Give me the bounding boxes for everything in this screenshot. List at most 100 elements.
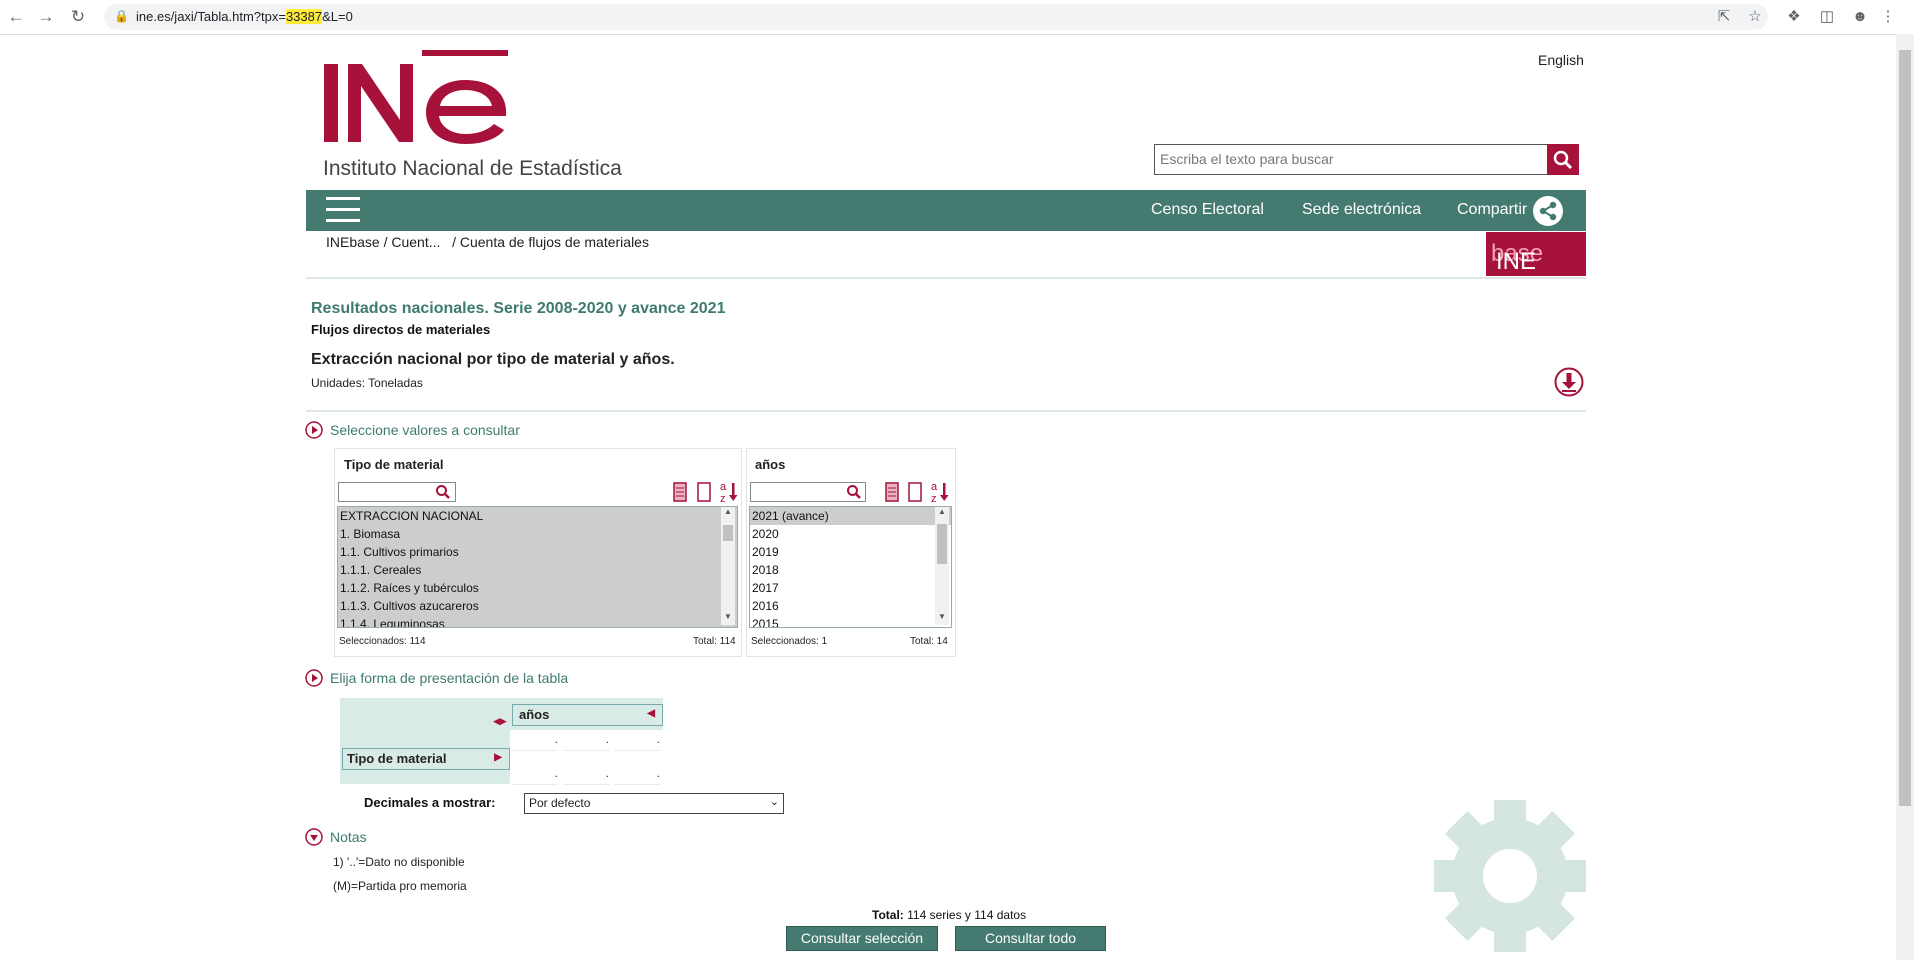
select-values-header[interactable]: Seleccione valores a consultar bbox=[330, 422, 520, 438]
sort-az-icon[interactable]: a z bbox=[719, 480, 739, 504]
page-scrollbar-thumb[interactable] bbox=[1899, 50, 1911, 806]
list-item[interactable]: 2020 bbox=[750, 525, 951, 543]
listbox-anos[interactable]: 2021 (avance) 2020 2019 2018 2017 2016 2… bbox=[749, 506, 952, 628]
address-bar[interactable] bbox=[104, 4, 1768, 30]
divider bbox=[306, 277, 1586, 279]
decimals-select[interactable]: Por defecto ⌄ bbox=[524, 793, 784, 814]
svg-text:a: a bbox=[720, 481, 727, 493]
preview-cell: . bbox=[512, 766, 558, 785]
svg-text:z: z bbox=[720, 493, 726, 504]
collapse-arrow-icon[interactable] bbox=[305, 828, 323, 846]
table-title: Extracción nacional por tipo de material… bbox=[311, 351, 675, 368]
units-label: Unidades: Toneladas bbox=[311, 376, 423, 390]
scroll-down-icon[interactable]: ▼ bbox=[724, 612, 732, 621]
logo-subtitle: Instituto Nacional de Estadística bbox=[323, 157, 622, 180]
layout-section-header[interactable]: Elija forma de presentación de la tabla bbox=[330, 670, 568, 686]
scroll-down-icon[interactable]: ▼ bbox=[938, 612, 946, 621]
column-dimension-label: años bbox=[519, 707, 550, 722]
menu-dots-icon[interactable]: ⋮ bbox=[1879, 8, 1897, 26]
search-icon[interactable] bbox=[435, 484, 451, 500]
scroll-up-icon[interactable]: ▲ bbox=[724, 507, 732, 516]
svg-text:z: z bbox=[931, 493, 937, 504]
list-item[interactable]: 1.1.2. Raíces y tubérculos bbox=[338, 579, 737, 597]
consult-all-button[interactable]: Consultar todo bbox=[955, 926, 1106, 951]
selected-count: Seleccionados: 1 bbox=[751, 636, 828, 647]
hamburger-menu-icon[interactable] bbox=[326, 197, 360, 224]
search-icon[interactable] bbox=[846, 484, 862, 500]
download-icon[interactable] bbox=[1554, 367, 1584, 397]
expand-arrow-icon[interactable] bbox=[305, 421, 323, 439]
sort-az-icon[interactable]: a z bbox=[930, 480, 950, 504]
reload-icon[interactable]: ↻ bbox=[68, 7, 88, 27]
settings-gear-icon bbox=[1434, 800, 1586, 952]
list-item[interactable]: 2021 (avance) bbox=[750, 507, 951, 525]
nav-compartir[interactable]: Compartir bbox=[1457, 201, 1527, 219]
svg-text:a: a bbox=[931, 481, 938, 493]
search-icon bbox=[1553, 150, 1573, 170]
list-item[interactable]: 1.1.4. Leguminosas bbox=[338, 615, 737, 627]
arrow-right-icon[interactable]: ▶ bbox=[494, 752, 502, 763]
list-item[interactable]: 2016 bbox=[750, 597, 951, 615]
arrow-left-icon[interactable]: ◀ bbox=[647, 708, 655, 719]
listbox-tipo-material[interactable]: EXTRACCION NACIONAL 1. Biomasa 1.1. Cult… bbox=[337, 506, 738, 628]
column-dimension-button[interactable]: años ◀ bbox=[512, 704, 663, 726]
total-count: Total: 14 bbox=[910, 636, 948, 647]
search-button[interactable] bbox=[1547, 144, 1579, 175]
breadcrumb-cuentas[interactable]: / Cuent... bbox=[384, 234, 441, 250]
nav-sede-electronica[interactable]: Sede electrónica bbox=[1302, 201, 1421, 219]
series-title: Resultados nacionales. Serie 2008-2020 y… bbox=[311, 300, 726, 317]
search-input[interactable]: Escriba el texto para buscar bbox=[1160, 151, 1334, 167]
language-link[interactable]: English bbox=[1538, 52, 1584, 68]
forward-icon[interactable]: → bbox=[36, 7, 56, 27]
decimals-value: Por defecto bbox=[529, 796, 591, 810]
swap-arrows-icon[interactable]: ◀▶ bbox=[493, 716, 507, 727]
total-text: 114 series y 114 datos bbox=[907, 908, 1027, 922]
layout-corner bbox=[340, 698, 510, 730]
consult-selection-button[interactable]: Consultar selección bbox=[786, 926, 938, 951]
preview-cell: . bbox=[614, 732, 660, 751]
selected-count: Seleccionados: 114 bbox=[339, 636, 426, 647]
preview-cell: . bbox=[512, 732, 558, 751]
select-all-icon[interactable] bbox=[885, 482, 899, 502]
decimals-label: Decimales a mostrar: bbox=[364, 795, 496, 810]
breadcrumb-current: / Cuenta de flujos de materiales bbox=[452, 234, 649, 250]
deselect-all-icon[interactable] bbox=[697, 482, 711, 502]
ine-logo[interactable] bbox=[322, 50, 512, 150]
extensions-icon[interactable]: ❖ bbox=[1785, 8, 1803, 26]
expand-arrow-icon[interactable] bbox=[305, 669, 323, 687]
deselect-all-icon[interactable] bbox=[908, 482, 922, 502]
list-item[interactable]: 2017 bbox=[750, 579, 951, 597]
total-count: Total: 114 bbox=[693, 636, 736, 647]
row-dimension-button[interactable]: Tipo de material ▶ bbox=[342, 748, 510, 770]
list-scrollbar-thumb[interactable] bbox=[937, 524, 947, 564]
divider bbox=[306, 410, 1586, 412]
nav-censo-electoral[interactable]: Censo Electoral bbox=[1151, 201, 1264, 219]
breadcrumb-inebase[interactable]: INEbase bbox=[326, 234, 380, 250]
notes-header[interactable]: Notas bbox=[330, 829, 367, 845]
bookmark-star-icon[interactable]: ☆ bbox=[1746, 8, 1764, 26]
back-icon[interactable]: ← bbox=[6, 7, 26, 27]
list-item[interactable]: 1.1. Cultivos primarios bbox=[338, 543, 737, 561]
preview-cell: . bbox=[614, 766, 660, 785]
list-item[interactable]: 1.1.3. Cultivos azucareros bbox=[338, 597, 737, 615]
share-page-icon[interactable]: ⇱ bbox=[1715, 8, 1733, 26]
chevron-down-icon: ⌄ bbox=[769, 796, 779, 808]
preview-cell: . bbox=[563, 766, 609, 785]
list-scrollbar-thumb[interactable] bbox=[723, 525, 733, 541]
profile-icon[interactable]: ☻ bbox=[1851, 8, 1869, 26]
list-item[interactable]: EXTRACCION NACIONAL bbox=[338, 507, 737, 525]
panel-title-anos: años bbox=[755, 457, 786, 472]
scroll-up-icon[interactable]: ▲ bbox=[938, 507, 946, 516]
share-icon[interactable] bbox=[1533, 196, 1563, 226]
url-text[interactable]: ine.es/jaxi/Tabla.htm?tpx=33387&L=0 bbox=[136, 9, 353, 24]
list-item[interactable]: 2019 bbox=[750, 543, 951, 561]
select-all-icon[interactable] bbox=[673, 482, 687, 502]
row-dimension-label: Tipo de material bbox=[347, 751, 447, 766]
list-item[interactable]: 2018 bbox=[750, 561, 951, 579]
list-item[interactable]: 2015 bbox=[750, 615, 951, 627]
list-item[interactable]: 1.1.1. Cereales bbox=[338, 561, 737, 579]
side-panel-icon[interactable]: ◫ bbox=[1818, 8, 1836, 26]
total-summary: Total: 114 series y 114 datos bbox=[872, 908, 1026, 922]
inebase-logo[interactable]: INE base bbox=[1486, 232, 1586, 276]
list-item[interactable]: 1. Biomasa bbox=[338, 525, 737, 543]
